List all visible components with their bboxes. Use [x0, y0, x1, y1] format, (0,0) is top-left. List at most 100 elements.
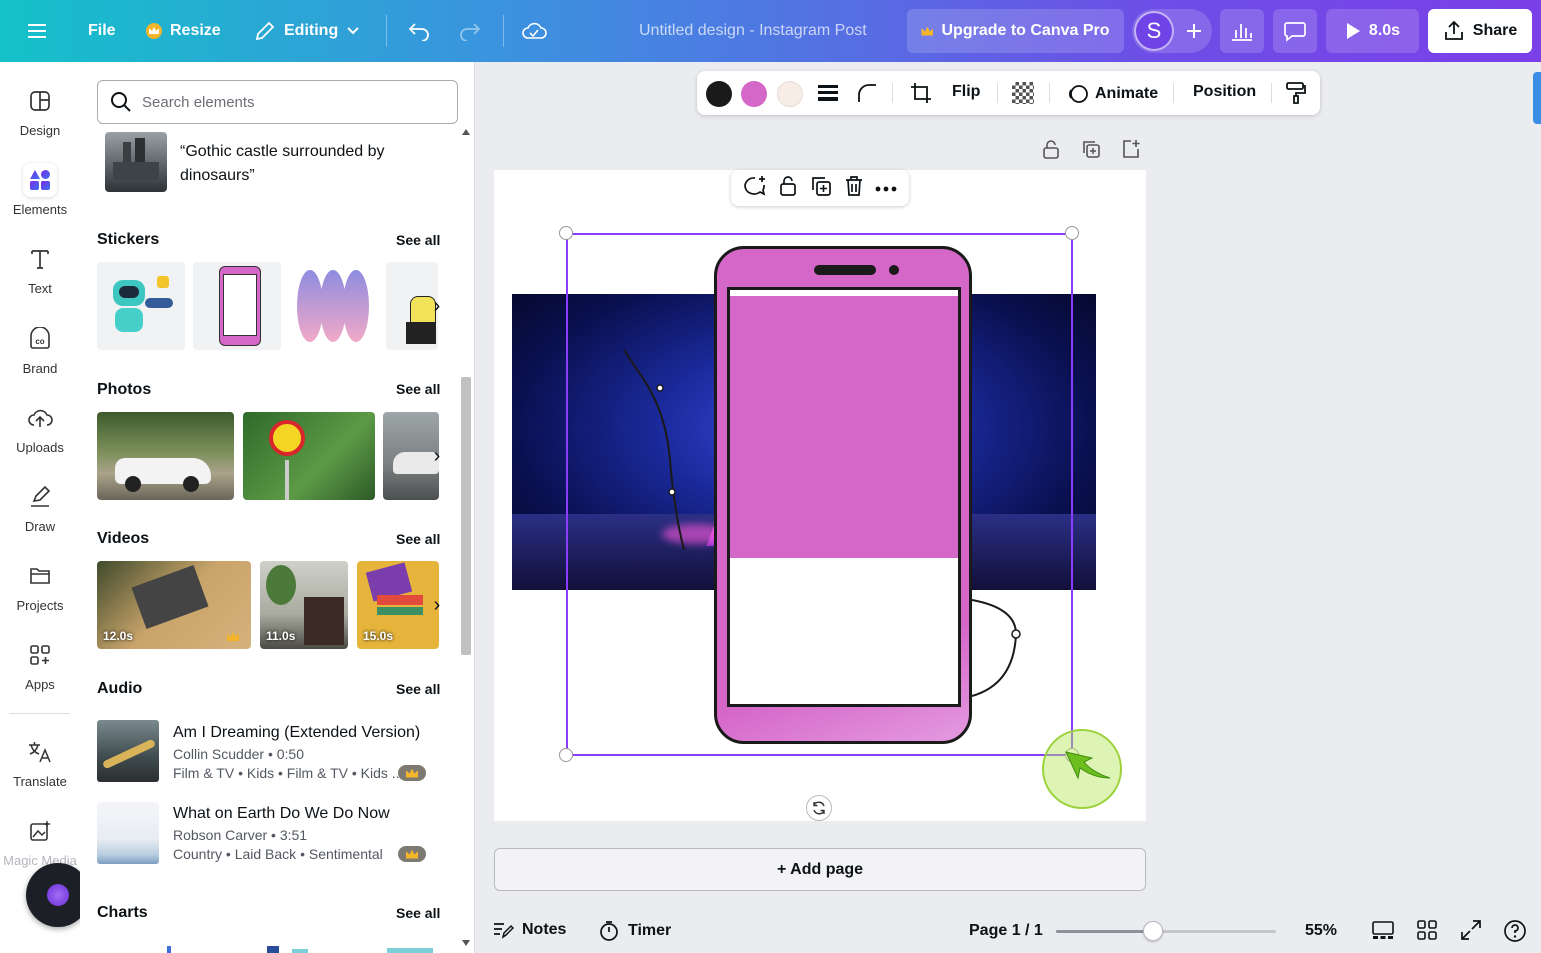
rail-item-elements[interactable]: Elements	[0, 163, 80, 235]
see-all-stickers-link[interactable]: See all	[396, 232, 440, 248]
crop-button[interactable]	[909, 81, 933, 110]
see-all-videos-link[interactable]: See all	[396, 531, 440, 547]
zoom-percentage[interactable]: 55%	[1305, 922, 1337, 940]
crown-icon	[146, 23, 162, 39]
panel-scrollbar[interactable]	[459, 125, 473, 953]
rail-item-design[interactable]: Design	[0, 84, 80, 156]
rail-item-translate[interactable]: Translate	[0, 735, 80, 807]
insights-button[interactable]	[1220, 9, 1264, 53]
sticker-robot[interactable]	[97, 262, 185, 350]
scroll-up-arrow[interactable]	[462, 129, 470, 135]
video-duration: 12.0s	[103, 629, 134, 643]
video-plants-tablet[interactable]: 11.0s	[260, 561, 348, 649]
border-style-button[interactable]	[815, 81, 841, 110]
grid-view-button[interactable]	[1416, 919, 1438, 946]
stickers-next-button[interactable]: ›	[426, 295, 448, 317]
delete-element-button[interactable]	[844, 175, 864, 202]
resize-handle-top-left[interactable]	[559, 226, 573, 240]
audio-thumbnail	[97, 802, 159, 864]
document-title[interactable]: Untitled design - Instagram Post	[639, 0, 867, 62]
lock-page-button[interactable]	[1040, 138, 1062, 165]
resize-handle-bottom-left[interactable]	[559, 748, 573, 762]
transparency-button[interactable]	[1012, 82, 1034, 104]
draw-icon	[23, 480, 57, 514]
photo-white-car[interactable]	[97, 412, 234, 500]
rail-item-projects[interactable]: Projects	[0, 559, 80, 631]
elements-panel: “Gothic castle surrounded by dinosaurs” …	[80, 62, 475, 953]
audio-title: What on Earth Do We Do Now	[173, 805, 390, 822]
present-play-button[interactable]: 8.0s	[1326, 9, 1419, 53]
section-title-audio: Audio	[97, 680, 143, 697]
animate-icon	[1069, 85, 1088, 103]
section-title-videos: Videos	[97, 530, 150, 547]
add-page-icon-button[interactable]	[1120, 138, 1142, 165]
color-swatch-cream[interactable]	[777, 81, 803, 107]
resize-button[interactable]: Resize	[146, 0, 221, 62]
photos-next-button[interactable]: ›	[426, 445, 448, 467]
design-page[interactable]	[494, 170, 1146, 821]
position-button[interactable]: Position	[1193, 83, 1256, 101]
file-menu-button[interactable]: File	[88, 0, 116, 62]
page-indicator[interactable]: Page 1 / 1	[969, 922, 1043, 940]
apps-icon	[23, 638, 57, 672]
corner-rounding-button[interactable]	[855, 81, 879, 110]
animate-button[interactable]: Animate	[1067, 83, 1158, 105]
add-collaborator-button[interactable]	[1176, 9, 1212, 53]
main-menu-button[interactable]	[28, 0, 50, 62]
duplicate-page-button[interactable]	[1080, 138, 1102, 165]
rail-label: Brand	[22, 361, 58, 376]
save-status-button[interactable]	[521, 0, 547, 62]
videos-next-button[interactable]: ›	[426, 594, 448, 616]
right-edge-tab[interactable]	[1533, 72, 1541, 124]
rail-item-brand[interactable]: co Brand	[0, 322, 80, 394]
flip-button[interactable]: Flip	[952, 83, 980, 101]
upgrade-button[interactable]: Upgrade to Canva Pro	[907, 9, 1124, 53]
timer-button[interactable]: Timer	[598, 920, 671, 942]
duplicate-element-button[interactable]	[810, 175, 832, 202]
see-all-charts-link[interactable]: See all	[396, 905, 440, 921]
sticker-gradient-ovals[interactable]	[289, 262, 377, 350]
photo-no-sign[interactable]	[243, 412, 375, 500]
fullscreen-button[interactable]	[1460, 919, 1482, 946]
thumbnail-view-button[interactable]	[1371, 919, 1395, 946]
add-comment-button[interactable]	[743, 175, 767, 202]
color-swatch-pink[interactable]	[741, 81, 767, 107]
share-icon	[1444, 20, 1463, 40]
rail-item-apps[interactable]: Apps	[0, 638, 80, 710]
undo-button[interactable]	[407, 0, 431, 62]
add-page-button[interactable]: + Add page	[494, 848, 1146, 891]
avatar[interactable]: S	[1134, 11, 1174, 51]
video-laptop-desk[interactable]: 12.0s	[97, 561, 251, 649]
rail-item-draw[interactable]: Draw	[0, 480, 80, 552]
search-suggestion[interactable]: “Gothic castle surrounded by dinosaurs”	[97, 130, 447, 194]
rotate-handle[interactable]	[806, 795, 832, 821]
more-options-button[interactable]	[875, 179, 897, 197]
scrollbar-thumb[interactable]	[461, 377, 471, 655]
search-input[interactable]	[142, 93, 442, 111]
see-all-audio-link[interactable]: See all	[396, 681, 440, 697]
play-icon	[1346, 23, 1360, 39]
sticker-phone[interactable]	[193, 262, 281, 350]
rail-label: Uploads	[16, 440, 64, 455]
see-all-photos-link[interactable]: See all	[396, 381, 440, 397]
divider	[503, 15, 504, 47]
redo-button[interactable]	[458, 0, 482, 62]
lock-element-button[interactable]	[778, 175, 798, 202]
scroll-down-arrow[interactable]	[462, 940, 470, 946]
share-button[interactable]: Share	[1428, 9, 1532, 53]
search-box[interactable]	[97, 80, 458, 124]
help-button[interactable]	[1503, 919, 1527, 948]
notes-button[interactable]: Notes	[492, 920, 566, 940]
rail-item-uploads[interactable]: Uploads	[0, 401, 80, 473]
zoom-slider[interactable]	[1056, 921, 1276, 941]
copy-style-button[interactable]	[1285, 81, 1307, 110]
zoom-slider-thumb[interactable]	[1143, 921, 1163, 941]
resize-handle-top-right[interactable]	[1065, 226, 1079, 240]
comments-button[interactable]	[1273, 9, 1317, 53]
magic-media-icon	[23, 814, 57, 848]
section-title-photos: Photos	[97, 381, 152, 398]
rail-item-text[interactable]: Text	[0, 242, 80, 314]
color-swatch-black[interactable]	[706, 81, 732, 107]
editing-mode-dropdown[interactable]: Editing	[254, 0, 360, 62]
elements-icon	[23, 163, 57, 197]
